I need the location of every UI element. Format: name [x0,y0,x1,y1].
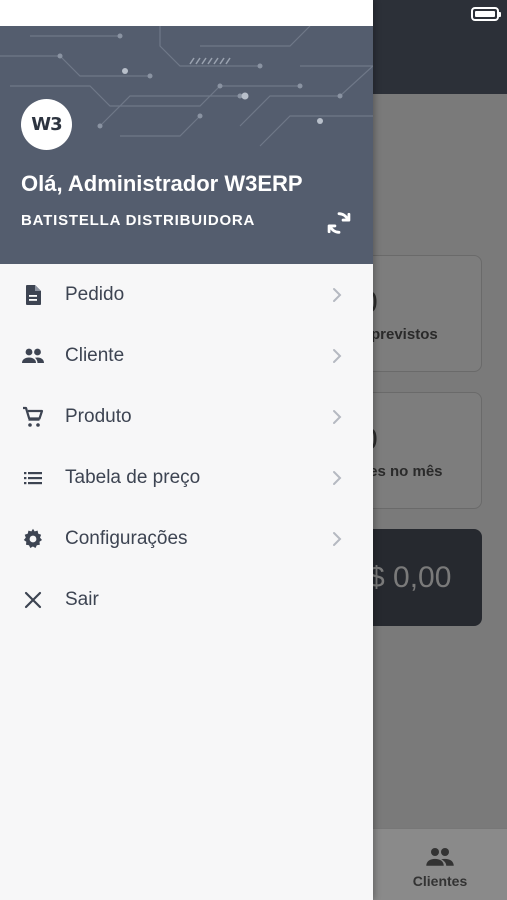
menu-item-label: Pedido [65,283,125,305]
chevron-right-icon [333,287,342,302]
menu-item-cliente[interactable]: Cliente [0,325,373,386]
cart-icon [23,406,44,427]
menu-item-label: Produto [65,405,132,427]
chevron-right-icon [333,348,342,363]
chevron-right-icon [333,470,342,485]
user-greeting: Olá, Administrador W3ERP [21,171,303,196]
company-name: BATISTELLA DISTRIBUIDORA [21,212,256,229]
menu-item-configuracoes[interactable]: Configurações [0,508,373,569]
list-icon [24,471,42,484]
menu-item-sair[interactable]: Sair [0,569,373,630]
drawer-menu: Pedido Cliente Produto Tabela de preço C… [0,264,373,630]
menu-item-label: Sair [65,588,99,610]
people-icon [426,848,454,866]
document-icon [26,284,41,305]
menu-item-tabela-de-preco[interactable]: Tabela de preço [0,447,373,508]
menu-item-produto[interactable]: Produto [0,386,373,447]
total-value: $ 0,00 [368,561,452,594]
tab-bar: Clientes [373,828,507,900]
company-logo: W3 [21,99,72,150]
people-icon [22,348,44,363]
drawer-header: W3 Olá, Administrador W3ERP BATISTELLA D… [0,26,373,264]
menu-item-label: Tabela de preço [65,466,201,488]
gear-icon [23,528,42,548]
menu-item-label: Configurações [65,527,188,549]
card-caption: previstos [371,326,438,343]
sync-icon[interactable] [325,209,353,237]
chevron-right-icon [333,409,342,424]
navigation-drawer: W3 Olá, Administrador W3ERP BATISTELLA D… [0,0,373,900]
logo-text: W3 [31,114,62,135]
tab-label: Clientes [412,873,468,889]
tab-clientes[interactable]: Clientes [373,829,507,900]
chevron-right-icon [333,531,342,546]
menu-item-pedido[interactable]: Pedido [0,264,373,325]
battery-icon [471,7,501,21]
menu-item-label: Cliente [65,344,125,366]
status-bar [0,0,373,26]
close-icon [24,591,42,608]
